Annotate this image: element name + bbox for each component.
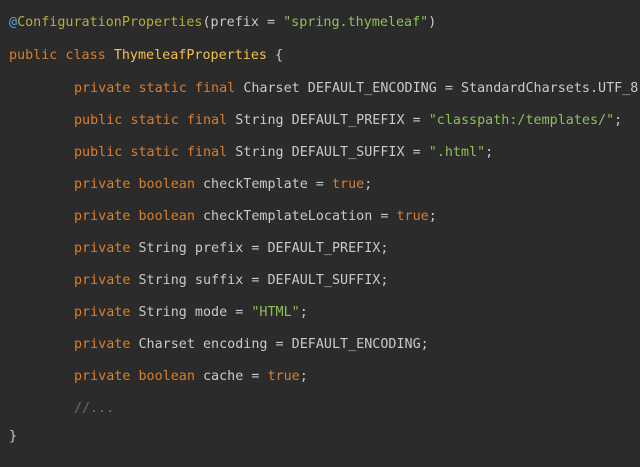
code-token: String suffix = DEFAULT_SUFFIX; [138, 273, 389, 288]
code-token: ) [428, 15, 437, 30]
code-token: checkTemplateLocation = [203, 209, 397, 224]
code-token: private boolean [74, 369, 203, 384]
code-token: ; [299, 369, 308, 384]
code-token: "classpath:/templates/" [428, 113, 615, 128]
code-token: private [74, 337, 139, 352]
code-token: String DEFAULT_SUFFIX = [235, 145, 429, 160]
code-token: Charset DEFAULT_ENCODING = StandardChars… [243, 81, 640, 96]
code-token: String mode = [138, 305, 252, 320]
code-line: private String suffix = DEFAULT_SUFFIX; [74, 270, 388, 292]
code-line: public class ThymeleafProperties { [9, 45, 283, 67]
code-line: private static final Charset DEFAULT_ENC… [74, 78, 640, 100]
code-line: private boolean checkTemplate = true; [74, 174, 372, 196]
code-line: private String mode = "HTML"; [74, 302, 308, 324]
code-token: private [74, 305, 139, 320]
code-line: private boolean checkTemplateLocation = … [74, 206, 437, 228]
code-line: private String prefix = DEFAULT_PREFIX; [74, 238, 388, 260]
code-token: //... [74, 401, 115, 416]
code-token: "HTML" [251, 305, 300, 320]
code-token: public class [9, 48, 114, 63]
code-token: public static final [74, 145, 236, 160]
code-line: //... [74, 398, 114, 420]
code-token: } [9, 429, 18, 444]
code-token: String prefix = DEFAULT_PREFIX; [138, 241, 389, 256]
code-token: ; [428, 209, 437, 224]
code-token: cache = [203, 369, 268, 384]
code-token: ; [299, 305, 308, 320]
code-token: private [74, 241, 139, 256]
code-line: public static final String DEFAULT_PREFI… [74, 110, 622, 132]
code-token: @ [9, 15, 18, 30]
code-token: "spring.thymeleaf" [283, 15, 429, 30]
code-token: true [396, 209, 429, 224]
code-token: ; [485, 145, 494, 160]
code-token: ThymeleafProperties [113, 48, 267, 63]
code-line: public static final String DEFAULT_SUFFI… [74, 142, 493, 164]
code-token: public static final [74, 113, 236, 128]
code-token: true [267, 369, 300, 384]
code-token: { [267, 48, 284, 63]
code-token: private [74, 273, 139, 288]
code-line: } [9, 426, 17, 448]
code-token: (prefix = [202, 15, 284, 30]
code-line: private boolean cache = true; [74, 366, 308, 388]
code-token: private boolean [74, 177, 203, 192]
code-token: private boolean [74, 209, 203, 224]
code-token: ; [614, 113, 623, 128]
code-token: ConfigurationProperties [17, 15, 203, 30]
code-token: true [332, 177, 365, 192]
code-token: private static final [74, 81, 244, 96]
code-token: ; [364, 177, 373, 192]
code-token: checkTemplate = [203, 177, 332, 192]
code-token: ".html" [428, 145, 486, 160]
code-token: Charset encoding = DEFAULT_ENCODING; [138, 337, 429, 352]
code-token: String DEFAULT_PREFIX = [235, 113, 429, 128]
code-line: private Charset encoding = DEFAULT_ENCOD… [74, 334, 429, 356]
code-editor[interactable]: @ConfigurationProperties(prefix = "sprin… [0, 0, 640, 467]
code-line: @ConfigurationProperties(prefix = "sprin… [9, 12, 436, 34]
